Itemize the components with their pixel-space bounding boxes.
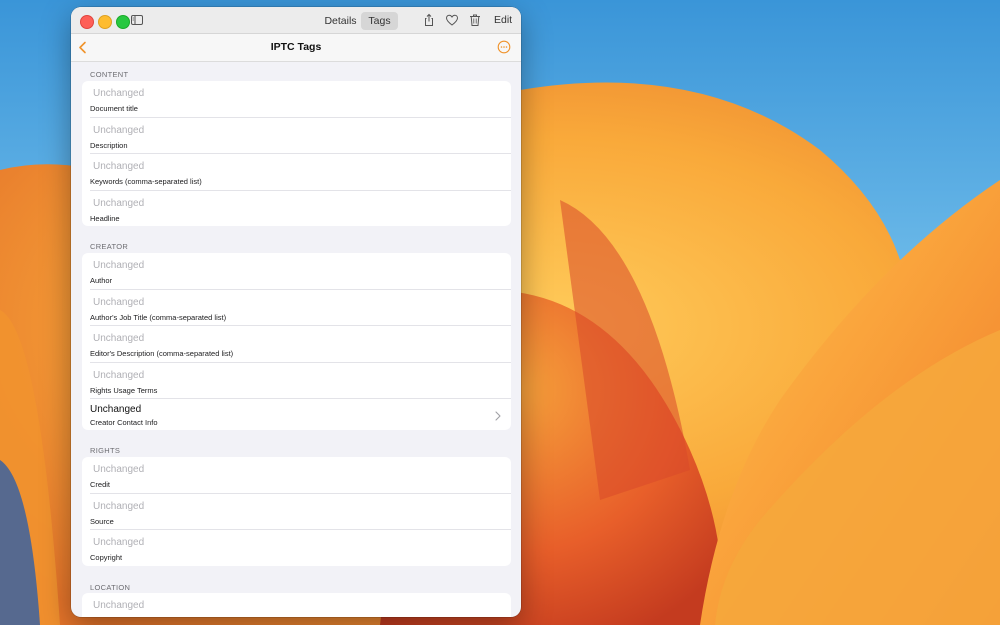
- field-label: Author: [90, 276, 113, 285]
- tab-details-label: Details: [324, 15, 357, 27]
- tab-tags[interactable]: Tags: [361, 12, 398, 30]
- field-value: Unchanged: [93, 197, 145, 209]
- field-rights-usage-terms[interactable]: Unchanged Rights Usage Terms: [90, 363, 511, 399]
- field-value: Unchanged: [93, 333, 145, 344]
- field-value: Unchanged: [93, 600, 145, 611]
- window-titlebar: Details Tags Edit: [71, 7, 521, 34]
- tags-form[interactable]: CONTENT Unchanged Document title Unchang…: [71, 62, 521, 617]
- location-group: Unchanged: [82, 593, 511, 617]
- navigation-bar: IPTC Tags: [71, 34, 521, 62]
- share-icon[interactable]: [422, 13, 436, 27]
- rights-group: Unchanged Credit Unchanged Source Unchan…: [82, 457, 511, 566]
- zoom-window-button[interactable]: [116, 15, 130, 29]
- section-header-rights: RIGHTS: [90, 446, 121, 455]
- field-label: Rights Usage Terms: [90, 385, 158, 395]
- field-value: Unchanged: [93, 369, 145, 381]
- page-title: IPTC Tags: [270, 41, 322, 53]
- field-value: Unchanged: [93, 124, 145, 136]
- field-label: Credit: [90, 480, 111, 489]
- field-label: Headline: [90, 213, 120, 223]
- field-label: Editor's Description (comma-separated li…: [90, 349, 234, 358]
- field-value: Unchanged: [90, 404, 142, 415]
- section-header-location: LOCATION: [90, 583, 131, 592]
- tab-details[interactable]: Details: [320, 12, 361, 30]
- field-value: Unchanged: [93, 260, 145, 271]
- field-value: Unchanged: [93, 88, 145, 99]
- field-label: Keywords (comma-separated list): [90, 177, 202, 186]
- field-source[interactable]: Unchanged Source: [90, 494, 511, 530]
- field-value: Unchanged: [93, 464, 145, 475]
- field-label: Source: [90, 516, 114, 526]
- field-value: Unchanged: [93, 161, 145, 172]
- view-segmented-control: Details Tags: [320, 12, 398, 30]
- app-window: Details Tags Edit IPTC Tags CONTENT Unch…: [71, 7, 521, 617]
- field-headline[interactable]: Unchanged Headline: [90, 191, 511, 227]
- field-description[interactable]: Unchanged Description: [90, 118, 511, 154]
- field-document-title[interactable]: Unchanged Document title: [90, 81, 511, 118]
- section-header-content: CONTENT: [90, 70, 129, 79]
- heart-icon[interactable]: [445, 13, 459, 27]
- field-value: Unchanged: [93, 296, 145, 308]
- minimize-window-button[interactable]: [98, 15, 112, 29]
- more-options-icon[interactable]: [497, 40, 511, 54]
- field-keywords[interactable]: Unchanged Keywords (comma-separated list…: [90, 154, 511, 191]
- edit-button[interactable]: Edit: [494, 14, 512, 26]
- section-header-creator: CREATOR: [90, 242, 129, 251]
- field-author-job-title[interactable]: Unchanged Author's Job Title (comma-sepa…: [90, 290, 511, 326]
- content-group: Unchanged Document title Unchanged Descr…: [82, 81, 511, 226]
- field-label: Description: [90, 140, 128, 150]
- close-window-button[interactable]: [80, 15, 94, 29]
- chevron-right-icon: [495, 411, 501, 421]
- field-label: Author's Job Title (comma-separated list…: [90, 312, 227, 322]
- field-value: Unchanged: [93, 500, 145, 512]
- field-copyright[interactable]: Unchanged Copyright: [90, 530, 511, 566]
- sidebar-icon[interactable]: [130, 13, 144, 27]
- creator-group: Unchanged Author Unchanged Author's Job …: [82, 253, 511, 430]
- field-author[interactable]: Unchanged Author: [90, 253, 511, 290]
- field-location-first[interactable]: Unchanged: [90, 593, 511, 617]
- field-label: Creator Contact Info: [90, 418, 158, 427]
- field-editors-description[interactable]: Unchanged Editor's Description (comma-se…: [90, 326, 511, 363]
- field-value: Unchanged: [93, 537, 145, 548]
- tab-tags-label: Tags: [368, 15, 391, 27]
- field-label: Document title: [90, 104, 138, 113]
- creator-contact-info-row[interactable]: Unchanged Creator Contact Info: [90, 399, 511, 430]
- field-credit[interactable]: Unchanged Credit: [90, 457, 511, 494]
- field-label: Copyright: [90, 553, 123, 562]
- trash-icon[interactable]: [468, 13, 482, 27]
